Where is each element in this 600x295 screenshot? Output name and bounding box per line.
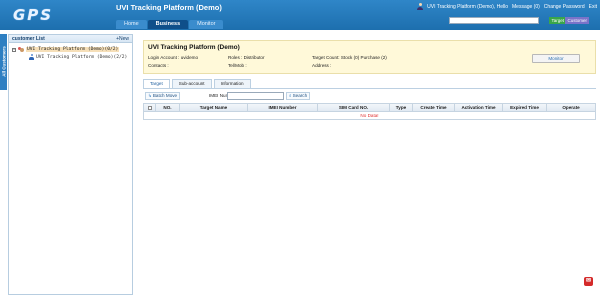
sidebar-header: customer List +New (9, 35, 132, 43)
tab-target[interactable]: Target (143, 79, 170, 88)
collapse-toggle-icon[interactable]: − (12, 47, 16, 52)
gps-logo: GPS (13, 6, 54, 24)
select-all-checkbox[interactable] (147, 105, 152, 110)
nav-monitor[interactable]: Monitor (189, 20, 224, 29)
detail-tabs: Target Sub-account Information (143, 79, 251, 88)
col-type[interactable]: Type (390, 104, 413, 111)
address: Address : (312, 63, 332, 68)
search-target-button[interactable]: Target (549, 17, 566, 24)
tree-node-child[interactable]: UVI Tracking Platform (Demo)(2/2) (29, 54, 127, 60)
tree-node-root[interactable]: − UVI Tracking Platform (Demo)(0/2) (12, 47, 120, 52)
login-account: Login Account : uvidemo (148, 55, 199, 60)
select-all-cell (144, 104, 156, 111)
change-password-link[interactable]: Change Password (544, 4, 585, 10)
feedback-icon[interactable]: ✉ (584, 277, 593, 286)
col-expired-time[interactable]: Expired Time (503, 104, 547, 111)
tree-node-label[interactable]: UVI Tracking Platform (Demo)(2/2) (36, 55, 127, 60)
all-customers-tab[interactable]: All Customers (0, 34, 7, 90)
user-greeting: UVI Tracking Platform (Demo), Hello (427, 3, 508, 10)
batch-move-label: Batch Move (152, 93, 178, 98)
customer-group-icon (18, 47, 24, 52)
roles: Roles : Distributor (228, 55, 265, 60)
col-create-time[interactable]: Create Time (413, 104, 455, 111)
target-toolbar: ↳ Batch Move IMEI Number : ⌕ Search (143, 92, 596, 101)
search-label: Search (292, 93, 308, 98)
table-header: NO. Target Name IMEI Number SIM Card NO.… (143, 103, 596, 112)
tel-mob: Tel/Mob : (228, 63, 247, 68)
search-icon: ⌕ (289, 93, 292, 98)
empty-message: No Data! (143, 112, 596, 120)
search-customer-button[interactable]: Customer (565, 17, 589, 24)
customer-person-icon (29, 54, 34, 60)
message-link[interactable]: Message (0) (512, 4, 540, 10)
exit-link[interactable]: Exit (589, 4, 597, 10)
all-customers-label: All Customers (1, 46, 7, 77)
move-icon: ↳ (148, 93, 152, 98)
top-header: GPS UVI Tracking Platform (Demo) Home Bu… (0, 0, 600, 30)
col-target-name[interactable]: Target Name (180, 104, 248, 111)
monitor-button[interactable]: Monitor (532, 54, 580, 63)
imei-input[interactable] (227, 92, 284, 100)
search-button[interactable]: ⌕ Search (286, 92, 311, 100)
customer-info-panel: UVI Tracking Platform (Demo) Login Accou… (143, 40, 596, 74)
nav-home[interactable]: Home (116, 20, 147, 29)
customer-sidebar: customer List +New − UVI Tracking Platfo… (8, 34, 133, 295)
app-title: UVI Tracking Platform (Demo) (116, 3, 222, 12)
tab-information[interactable]: Information (213, 79, 251, 88)
col-activation-time[interactable]: Activation Time (455, 104, 503, 111)
col-operate[interactable]: Operate (547, 104, 595, 111)
new-customer-button[interactable]: +New (116, 36, 129, 42)
sidebar-title: customer List (12, 35, 45, 42)
batch-move-button[interactable]: ↳ Batch Move (145, 92, 181, 100)
header-search-input[interactable] (449, 17, 539, 24)
contacts: Contacts : (148, 63, 169, 68)
tab-divider (143, 88, 596, 89)
target-count: Target Count: Stock (0) Purchase (2) (312, 55, 387, 60)
user-avatar-icon (417, 3, 424, 10)
customer-title: UVI Tracking Platform (Demo) (148, 44, 240, 51)
target-table: NO. Target Name IMEI Number SIM Card NO.… (143, 103, 596, 120)
main-nav: Home Business Monitor (116, 20, 224, 29)
col-no[interactable]: NO. (156, 104, 180, 111)
user-area: UVI Tracking Platform (Demo), Hello Mess… (417, 3, 597, 10)
col-sim[interactable]: SIM Card NO. (318, 104, 390, 111)
tab-sub-account[interactable]: Sub-account (171, 79, 212, 88)
col-imei[interactable]: IMEI Number (248, 104, 318, 111)
tree-node-label[interactable]: UVI Tracking Platform (Demo)(0/2) (26, 47, 120, 52)
nav-business[interactable]: Business (147, 20, 189, 29)
